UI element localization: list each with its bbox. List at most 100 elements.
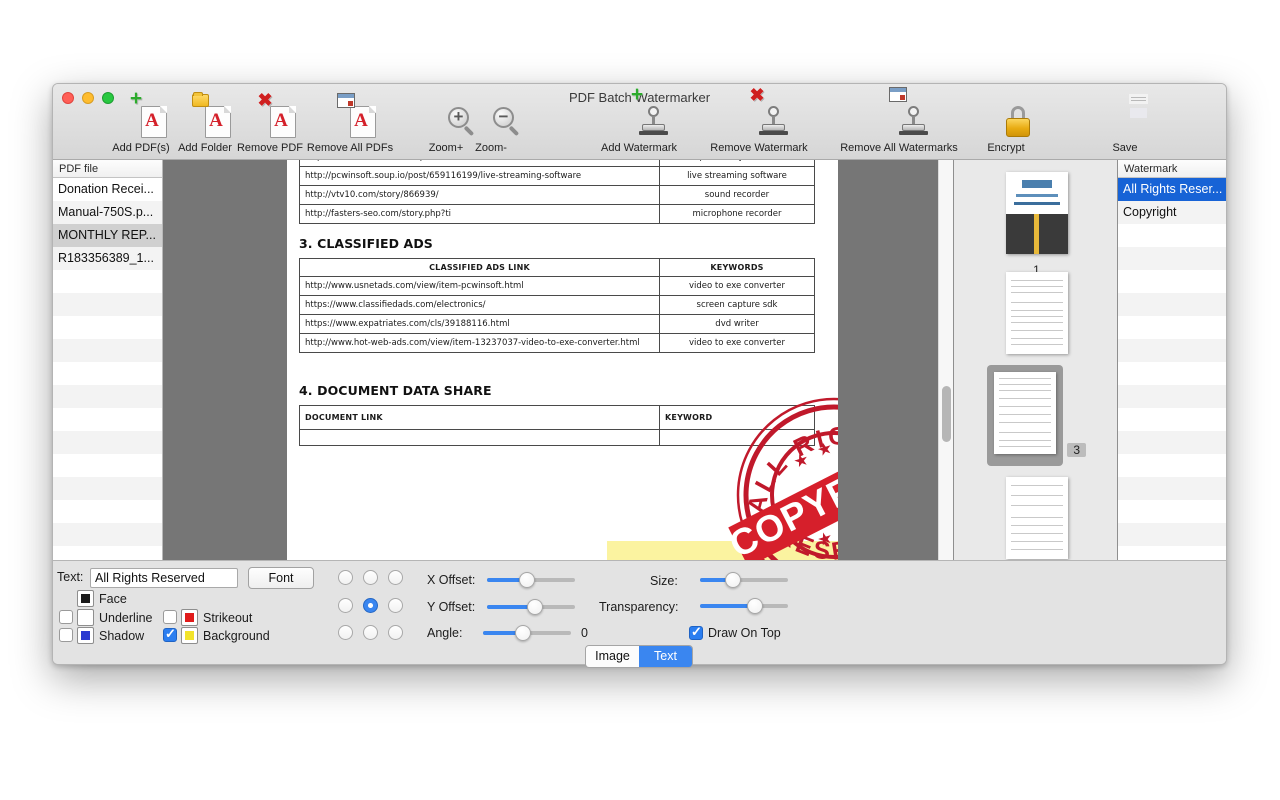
background-color-swatch[interactable]: [181, 627, 198, 644]
document-preview[interactable]: http://www.folkd.com/user/pcwinsoft1pc a…: [163, 160, 953, 560]
anchor-middle-left[interactable]: [338, 598, 353, 613]
table-row: http://vtv10.com/story/866939/sound reco…: [299, 185, 815, 205]
watermark-row-empty: [1118, 270, 1226, 293]
pdf-file-list[interactable]: PDF file Donation Recei... Manual-750S.p.…: [53, 160, 163, 592]
thumbnail-image: [1005, 272, 1068, 354]
table-header-row: CLASSIFIED ADS LINK KEYWORDS: [299, 258, 815, 277]
anchor-top-center[interactable]: [363, 570, 378, 585]
toolbar-remove-all-pdfs[interactable]: A Remove All PDFs: [304, 93, 396, 154]
angle-slider[interactable]: [483, 625, 571, 641]
toolbar-remove-watermark[interactable]: ✖ Remove Watermark: [694, 86, 824, 154]
page-thumbnail-panel[interactable]: 1 2: [953, 160, 1118, 560]
underline-color-swatch[interactable]: [77, 609, 94, 626]
anchor-middle-right[interactable]: [388, 598, 403, 613]
watermark-row[interactable]: All Rights Reser...: [1118, 178, 1226, 201]
pdf-file-row-empty: [53, 408, 162, 431]
pdf-file-row[interactable]: R183356389_1...: [53, 247, 162, 270]
table-row: http://fasters-seo.com/story.php?ti micro…: [299, 204, 815, 224]
anchor-middle-center[interactable]: [363, 598, 378, 613]
title-bar: PDF Batch Watermarker A + Add PDF(s) A A…: [53, 84, 1226, 160]
strikeout-checkbox[interactable]: [163, 610, 177, 624]
scrollbar-thumb[interactable]: [942, 386, 951, 442]
pdf-folder-icon: A: [174, 92, 236, 140]
anchor-bottom-center[interactable]: [363, 625, 378, 640]
x-offset-label: X Offset:: [427, 573, 476, 587]
watermark-row-empty: [1118, 362, 1226, 385]
watermark-row-empty: [1118, 293, 1226, 316]
preview-scrollbar[interactable]: [938, 160, 953, 560]
thumbnail-page-1[interactable]: 1: [954, 172, 1117, 277]
x-offset-slider[interactable]: [487, 572, 575, 588]
watermark-row-empty: [1118, 339, 1226, 362]
underline-checkbox[interactable]: [59, 610, 73, 624]
pdf-file-row-empty: [53, 500, 162, 523]
watermark-row-empty: [1118, 408, 1226, 431]
anchor-top-left[interactable]: [338, 570, 353, 585]
anchor-top-right[interactable]: [388, 570, 403, 585]
y-offset-label: Y Offset:: [427, 600, 476, 614]
angle-label: Angle:: [427, 626, 463, 640]
font-button[interactable]: Font: [248, 567, 314, 589]
toolbar-encrypt[interactable]: Encrypt: [974, 106, 1038, 154]
watermark-row-empty: [1118, 500, 1226, 523]
watermark-row[interactable]: Copyright: [1118, 201, 1226, 224]
size-slider[interactable]: [700, 572, 788, 588]
shadow-color-swatch[interactable]: [77, 627, 94, 644]
pdf-file-row-empty: [53, 362, 162, 385]
screenshot-root: PDF Batch Watermarker A + Add PDF(s) A A…: [0, 0, 1280, 800]
pdf-file-row[interactable]: MONTHLY REP...: [53, 224, 162, 247]
table-row: https://www.expatriates.com/cls/39188116…: [299, 314, 815, 334]
toolbar-save[interactable]: Save: [1095, 94, 1155, 154]
text-label: Text:: [57, 570, 84, 584]
thumbnail-image: [993, 372, 1056, 454]
watermark-rows: All Rights Reser... Copyright: [1118, 178, 1226, 592]
transparency-label: Transparency:: [599, 600, 679, 614]
pdf-page: http://www.folkd.com/user/pcwinsoft1pc a…: [287, 160, 838, 560]
toolbar-add-pdfs[interactable]: A + Add PDF(s): [110, 88, 172, 154]
watermark-row-empty: [1118, 431, 1226, 454]
table-row: https://www.classifiedads.com/electronic…: [299, 295, 815, 315]
face-color-swatch[interactable]: [77, 590, 94, 607]
face-label: Face: [99, 592, 127, 606]
highlight-band: [607, 541, 838, 560]
shadow-checkbox[interactable]: [59, 628, 73, 642]
tab-text[interactable]: Text: [639, 646, 692, 667]
toolbar-add-folder[interactable]: A Add Folder: [174, 92, 236, 154]
size-label: Size:: [650, 574, 678, 588]
table-row: [299, 429, 815, 446]
toolbar-zoom-in[interactable]: + Zoom+: [422, 106, 475, 154]
pdf-file-row-empty: [53, 454, 162, 477]
anchor-bottom-right[interactable]: [388, 625, 403, 640]
draw-on-top-checkbox[interactable]: [689, 624, 703, 640]
toolbar-remove-pdf[interactable]: A ✖ Remove PDF: [236, 91, 304, 154]
watermark-text-input[interactable]: All Rights Reserved: [90, 568, 238, 588]
background-checkbox[interactable]: [163, 626, 177, 642]
pdf-file-row[interactable]: Manual-750S.p...: [53, 201, 162, 224]
thumbnail-page-4[interactable]: 4: [954, 477, 1117, 560]
watermark-list-header: Watermark: [1118, 160, 1226, 178]
transparency-slider[interactable]: [700, 598, 788, 614]
toolbar-zoom-out[interactable]: − Zoom-: [467, 106, 520, 154]
floppy-save-icon: [1095, 94, 1155, 140]
pdf-file-rows: Donation Recei... Manual-750S.p... MONTHLY…: [53, 178, 162, 592]
anchor-bottom-left[interactable]: [338, 625, 353, 640]
toolbar-add-watermark[interactable]: + Add Watermark: [584, 84, 694, 154]
toolbar-remove-all-watermarks[interactable]: Remove All Watermarks: [824, 87, 974, 154]
watermark-row-empty: [1118, 224, 1226, 247]
strikeout-color-swatch[interactable]: [181, 609, 198, 626]
y-offset-slider[interactable]: [487, 599, 575, 615]
shadow-label: Shadow: [99, 629, 145, 643]
tab-image[interactable]: Image: [586, 646, 639, 667]
underline-label: Underline: [99, 611, 153, 625]
watermark-row-empty: [1118, 247, 1226, 270]
pdf-file-row[interactable]: Donation Recei...: [53, 178, 162, 201]
pdf-remove-icon: A ✖: [236, 91, 304, 140]
pdf-file-row-empty: [53, 316, 162, 339]
mode-segmented-control[interactable]: Image Text: [585, 645, 693, 668]
pdf-file-row-empty: [53, 477, 162, 500]
zoom-out-icon: −: [467, 106, 520, 140]
table-classified-ads: CLASSIFIED ADS LINK KEYWORDS http://www.…: [299, 258, 815, 353]
watermark-list[interactable]: Watermark All Rights Reser... Copyright: [1118, 160, 1226, 592]
thumbnail-page-2[interactable]: 2: [954, 272, 1117, 377]
thumbnail-page-3[interactable]: 3: [954, 365, 1117, 466]
